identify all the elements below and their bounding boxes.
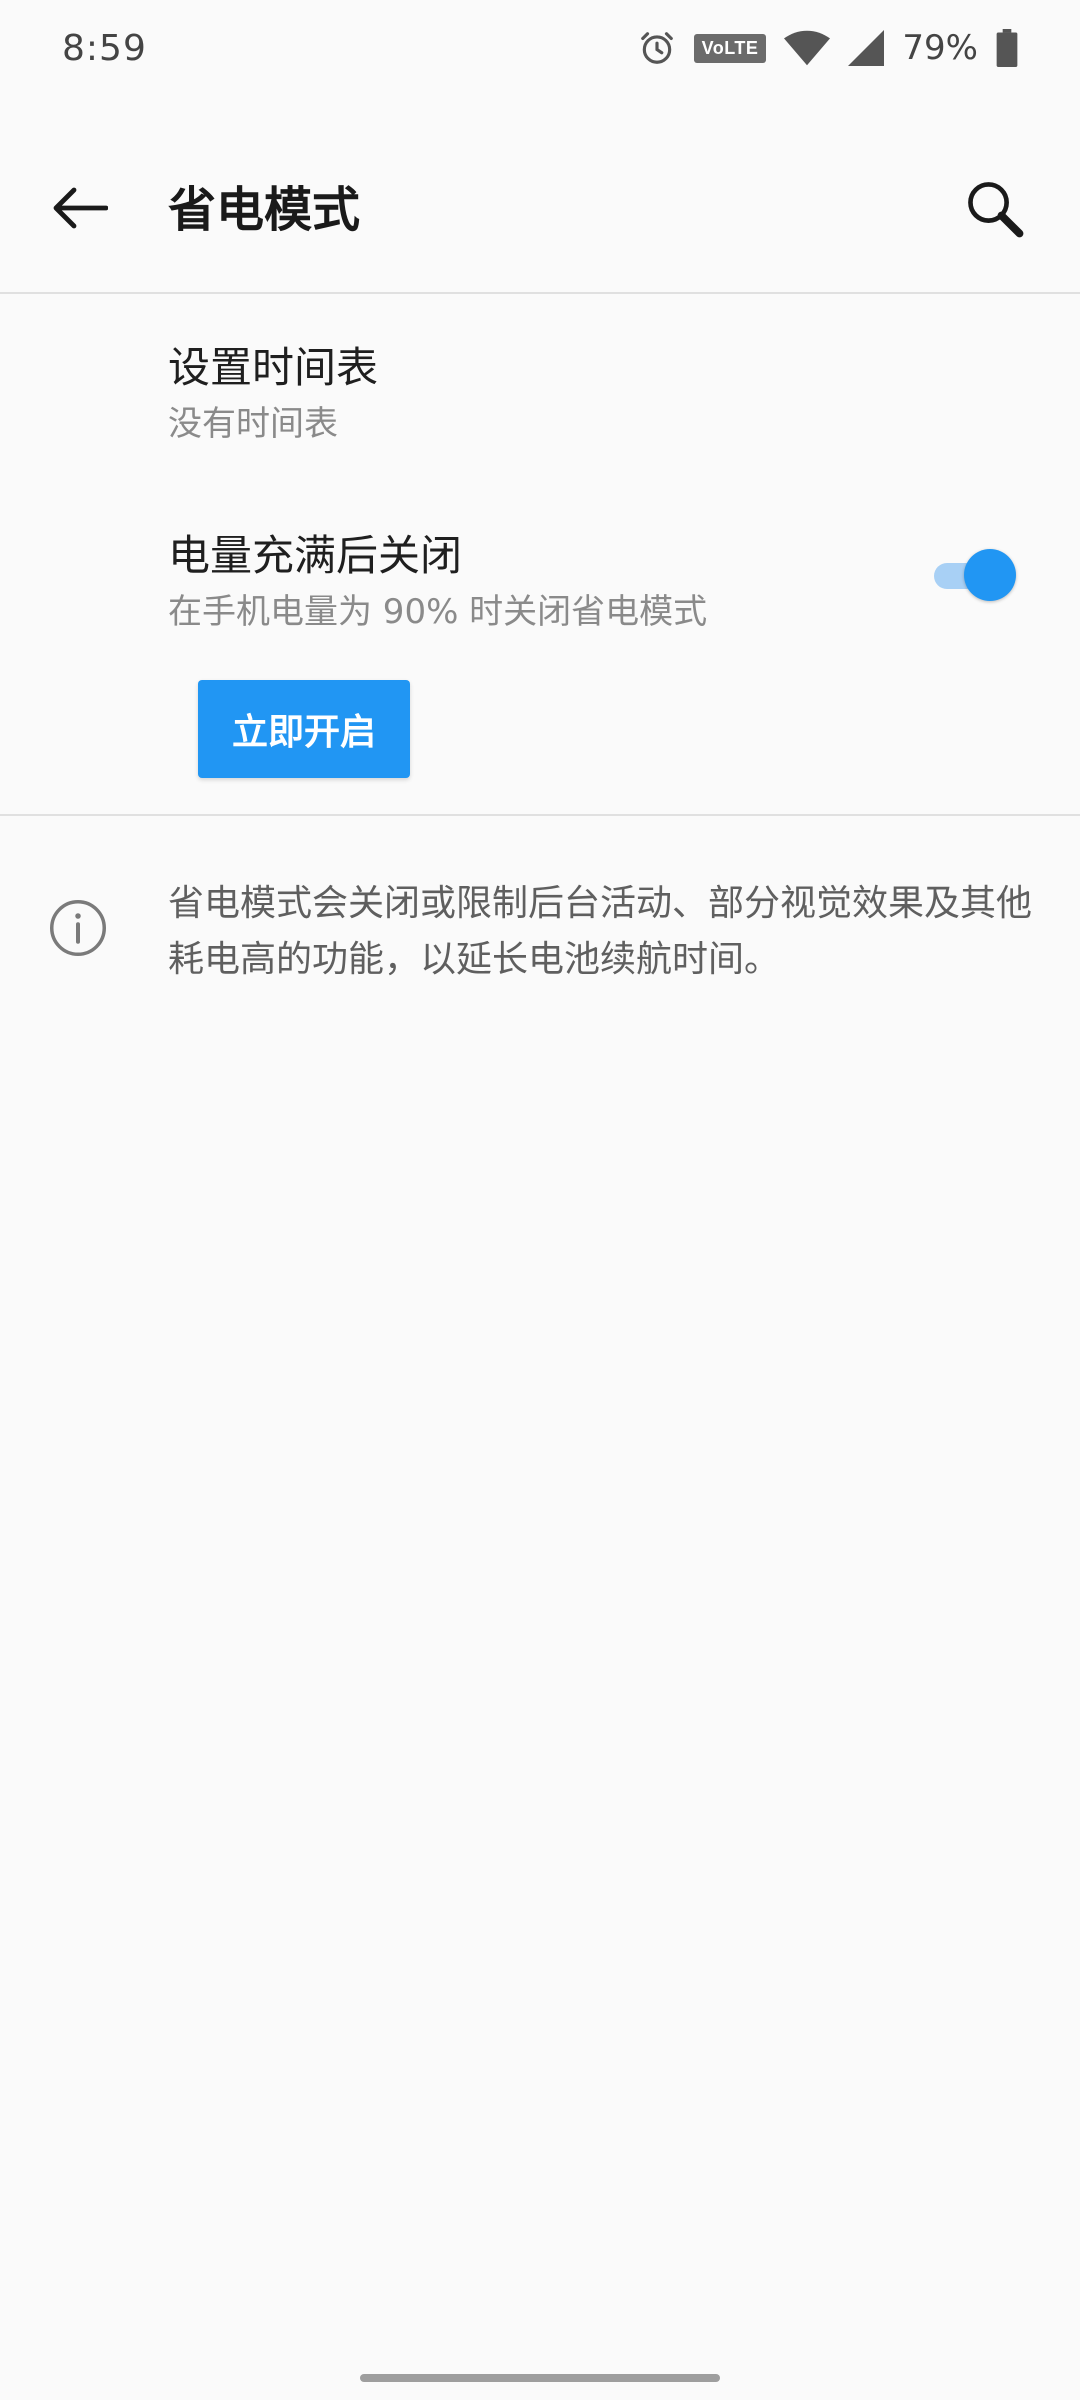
search-icon [964,178,1026,244]
toggle-thumb [964,549,1016,601]
page-title: 省电模式 [168,182,361,238]
status-icons: VoLTE 79% [638,28,1018,68]
app-bar: 省电模式 [0,130,1080,280]
search-button[interactable] [950,166,1040,256]
setting-schedule-title: 设置时间表 [168,343,379,392]
volte-icon: VoLTE [693,33,767,63]
info-icon [48,898,108,958]
setting-turn-off-summary: 在手机电量为 90% 时关闭省电模式 [168,592,708,632]
setting-schedule-summary: 没有时间表 [168,404,338,444]
battery-percent: 79% [902,28,978,68]
section-divider [0,814,1080,816]
battery-icon [996,29,1018,67]
turn-off-toggle[interactable] [934,547,1022,603]
battery-saver-screen: 8:59 VoLTE 79% 省电模式 设置时间表 没有时间表 电量充满后关闭 … [0,0,1080,2400]
status-bar: 8:59 VoLTE 79% [0,0,1080,96]
info-text: 省电模式会关闭或限制后台活动、部分视觉效果及其他耗电高的功能，以延长电池续航时间… [168,883,1033,980]
setting-schedule[interactable]: 设置时间表 没有时间表 [0,300,1080,480]
wifi-icon [784,30,831,66]
app-bar-divider [0,292,1080,294]
back-button[interactable] [40,170,120,250]
signal-icon [848,30,885,66]
setting-turn-off-when-charged[interactable]: 电量充满后关闭 在手机电量为 90% 时关闭省电模式 [0,490,1080,660]
alarm-icon [638,29,676,67]
gesture-navigation-bar[interactable] [360,2374,720,2382]
turn-on-now-button[interactable]: 立即开启 [198,680,410,778]
status-time: 8:59 [62,27,147,69]
arrow-left-icon [52,186,109,234]
setting-turn-off-title: 电量充满后关闭 [168,531,463,580]
